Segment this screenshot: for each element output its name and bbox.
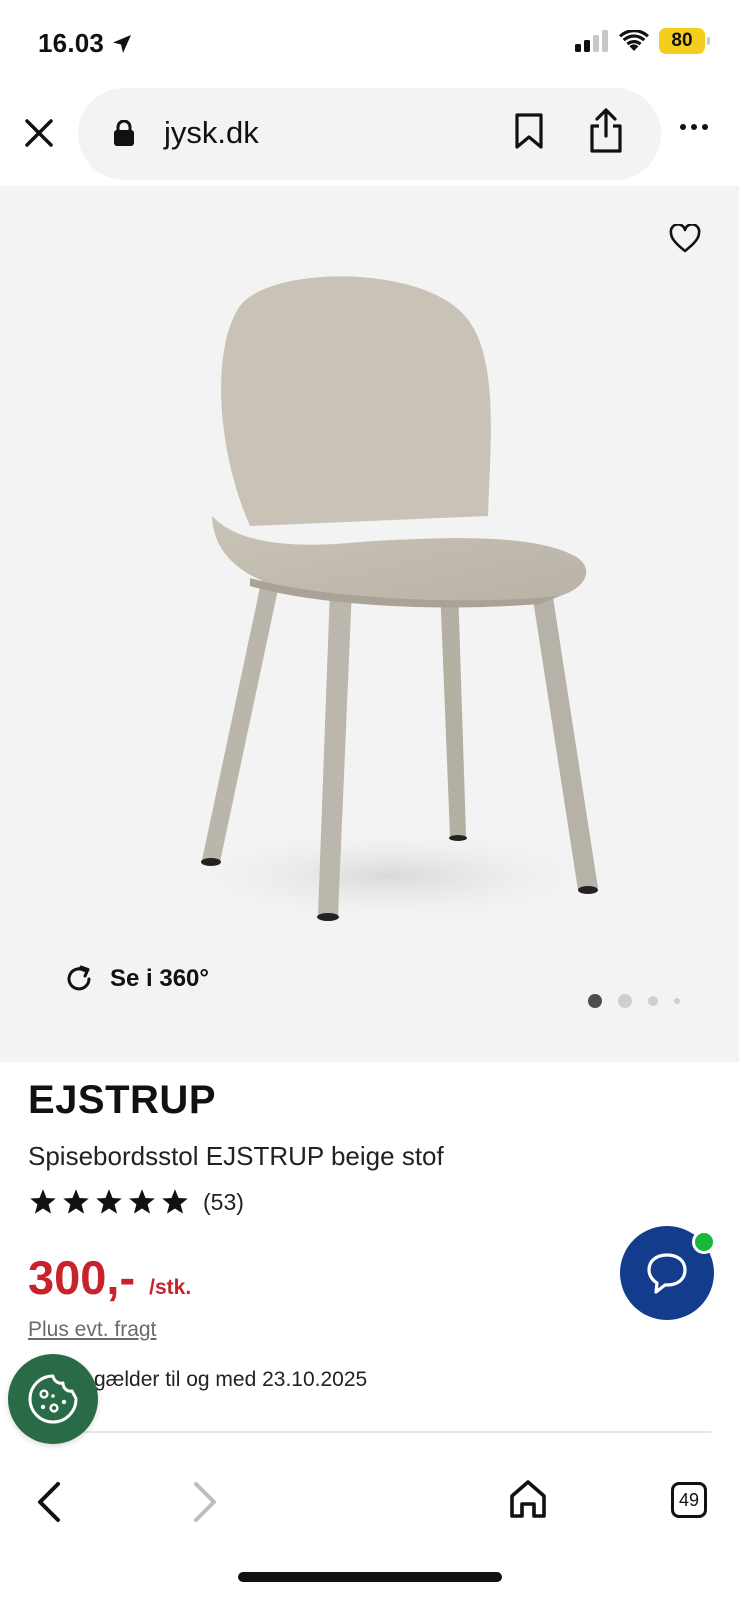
tabs-button[interactable]: 49 xyxy=(671,1482,707,1518)
star-icon xyxy=(129,1189,155,1214)
pagination-dot[interactable] xyxy=(618,994,632,1008)
chat-button[interactable] xyxy=(620,1226,716,1320)
online-status-dot xyxy=(692,1230,716,1254)
location-arrow-icon xyxy=(113,34,132,53)
home-indicator xyxy=(238,1572,502,1582)
heart-icon xyxy=(669,223,701,253)
price-row: 300,- /stk. xyxy=(28,1250,191,1305)
battery-indicator: 80 xyxy=(659,28,710,54)
status-time-text: 16.03 xyxy=(38,28,105,58)
share-button[interactable] xyxy=(588,108,624,159)
back-icon xyxy=(38,1482,60,1522)
bookmark-button[interactable] xyxy=(514,112,544,155)
close-button[interactable] xyxy=(18,112,60,154)
star-icon xyxy=(96,1189,122,1214)
chat-icon xyxy=(647,1253,687,1294)
status-time: 16.03 xyxy=(38,28,134,59)
divider xyxy=(28,1431,711,1433)
star-icon xyxy=(162,1189,188,1214)
product-rating[interactable]: (53) xyxy=(28,1188,244,1216)
home-icon xyxy=(510,1480,546,1518)
product-brand: EJSTRUP xyxy=(28,1078,216,1122)
home-button[interactable] xyxy=(508,1478,548,1525)
tab-count: 49 xyxy=(678,1489,700,1510)
rotate-icon xyxy=(67,965,91,991)
favorite-button[interactable] xyxy=(669,223,701,259)
product-image-gallery[interactable]: Se i 360° xyxy=(0,186,739,1062)
wifi-icon xyxy=(619,30,649,51)
more-icon-dot xyxy=(680,124,686,130)
product-price: 300,- xyxy=(28,1251,136,1304)
more-button[interactable] xyxy=(680,124,708,130)
star-icon xyxy=(30,1189,56,1214)
browser-address-bar: jysk.dk xyxy=(0,88,739,186)
bookmark-icon xyxy=(515,113,543,149)
product-image xyxy=(160,276,620,926)
cookie-icon xyxy=(28,1374,78,1424)
star-icon xyxy=(63,1189,89,1214)
gallery-pagination xyxy=(588,994,680,1008)
cookie-settings-button[interactable] xyxy=(8,1354,98,1444)
pagination-dot[interactable] xyxy=(648,996,658,1006)
close-icon xyxy=(25,119,53,147)
shipping-link[interactable]: Plus evt. fragt xyxy=(28,1318,156,1342)
pagination-dot[interactable] xyxy=(674,998,680,1004)
product-name: Spisebordsstol EJSTRUP beige stof xyxy=(28,1141,444,1171)
forward-button[interactable] xyxy=(190,1480,220,1529)
view-360-label: Se i 360° xyxy=(110,965,209,992)
forward-icon xyxy=(194,1482,216,1522)
share-icon xyxy=(590,108,622,153)
review-count: (53) xyxy=(203,1188,244,1215)
price-validity: gælder til og med 23.10.2025 xyxy=(94,1368,368,1391)
more-icon-dot xyxy=(691,124,697,130)
more-icon-dot xyxy=(702,124,708,130)
status-indicators: 80 xyxy=(575,28,710,54)
url-text: jysk.dk xyxy=(164,115,259,150)
signal-icon xyxy=(575,30,608,52)
price-unit: /stk. xyxy=(149,1276,192,1299)
view-360-button[interactable]: Se i 360° xyxy=(64,964,209,994)
url-field[interactable]: jysk.dk xyxy=(78,88,661,180)
lock-icon xyxy=(114,120,134,146)
status-bar: 16.03 80 xyxy=(0,0,739,88)
pagination-dot-active[interactable] xyxy=(588,994,602,1008)
back-button[interactable] xyxy=(34,1480,64,1529)
browser-toolbar: 49 xyxy=(0,1458,739,1600)
battery-level: 80 xyxy=(671,30,693,51)
